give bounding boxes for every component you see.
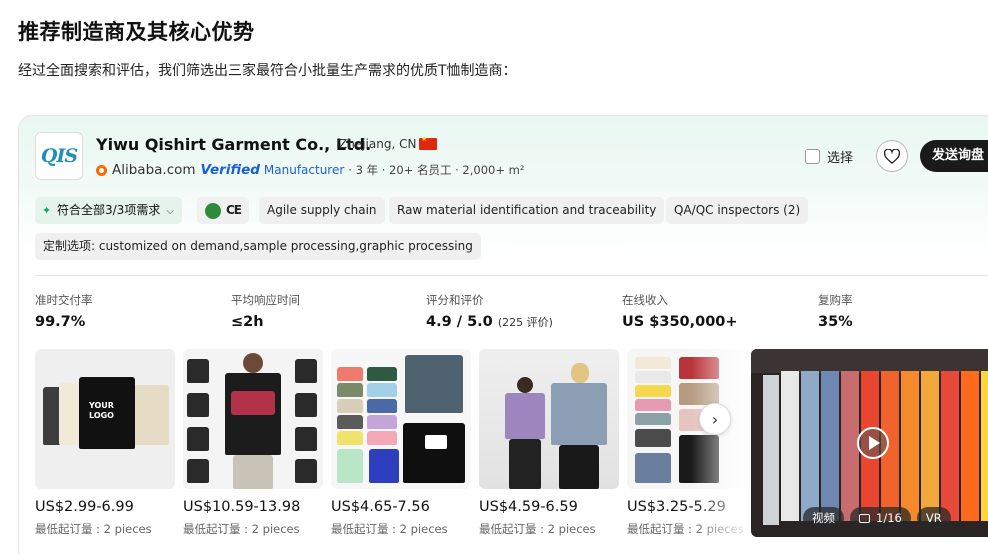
rating-value: 4.9 / 5.0: [426, 314, 493, 330]
product-card[interactable]: US$4.59-6.59 最低起订量 : 2 pieces: [479, 349, 619, 537]
product-price: US$4.59-6.59: [479, 499, 578, 515]
chevron-right-icon: ›: [711, 409, 719, 429]
select-checkbox[interactable]: [805, 149, 820, 164]
stat-value: 99.7%: [35, 314, 86, 330]
requirements-match-tag[interactable]: 符合全部3/3项需求 ⌵: [35, 197, 182, 224]
product-price: US$10.59-13.98: [183, 499, 301, 515]
stat-value: US $350,000+: [622, 314, 738, 330]
tag-raw-material-traceability[interactable]: Raw material identification and traceabi…: [389, 197, 665, 224]
stat-online-revenue: 在线收入 US $350,000+: [622, 292, 738, 330]
supplier-logo[interactable]: QIS: [35, 132, 83, 180]
product-image[interactable]: YOUR LOGO: [35, 349, 175, 489]
favorite-button[interactable]: [876, 140, 908, 172]
page-title: 推荐制造商及其核心优势: [18, 20, 255, 44]
ce-mark: CE: [226, 203, 242, 217]
stat-value: 35%: [818, 314, 853, 330]
video-controls: 视频 1/16 VR: [803, 507, 951, 529]
china-flag-icon: [419, 135, 437, 150]
match-label: 符合全部3/3项需求: [57, 203, 161, 217]
product-moq: 最低起订量 : 2 pieces: [331, 522, 448, 536]
company-location: Zhejiang, CN: [339, 137, 417, 151]
vr-label: VR: [925, 511, 942, 525]
verified-badge[interactable]: Verified: [201, 162, 260, 178]
stat-response-time: 平均响应时间 ≤2h: [231, 292, 300, 330]
divider: [35, 275, 988, 276]
stat-label: 准时交付率: [35, 293, 93, 307]
alibaba-icon: [96, 164, 107, 176]
product-image[interactable]: [331, 349, 471, 489]
product-moq: 最低起订量 : 2 pieces: [35, 522, 152, 536]
gallery-icon: [859, 513, 870, 523]
manufacturer-label: Manufacturer: [263, 163, 345, 177]
company-name[interactable]: Yiwu Qishirt Garment Co., Ltd.: [96, 135, 371, 154]
product-price: US$4.65-7.56: [331, 499, 430, 515]
stat-label: 评分和评价: [426, 293, 484, 307]
play-icon[interactable]: [857, 427, 889, 459]
select-label[interactable]: 选择: [827, 147, 853, 166]
stat-reorder-rate: 复购率 35%: [818, 292, 853, 330]
supplier-meta: Alibaba.com Verified Manufacturer · 3 年 …: [96, 162, 524, 178]
stat-label: 复购率: [818, 293, 853, 307]
product-card[interactable]: YOUR LOGO US$2.99-6.99 最低起订量 : 2 pieces: [35, 349, 175, 537]
stat-value: ≤2h: [231, 314, 264, 330]
stat-label: 在线收入: [622, 293, 668, 307]
tag-agile-supply-chain[interactable]: Agile supply chain: [259, 197, 385, 224]
company-meta-details: · 3 年 · 20+ 名员工 · 2,000+ m²: [348, 163, 525, 177]
customization-options-tag[interactable]: 定制选项: customized on demand,sample proces…: [35, 233, 481, 260]
product-moq: 最低起订量 : 2 pieces: [183, 522, 300, 536]
video-tab[interactable]: 视频: [803, 507, 844, 529]
chevron-down-icon: ⌵: [166, 206, 174, 217]
platform-name: Alibaba.com: [112, 162, 196, 178]
stat-on-time-delivery: 准时交付率 99.7%: [35, 292, 93, 330]
stat-label: 平均响应时间: [231, 293, 300, 307]
product-moq: 最低起订量 : 2 pieces: [479, 522, 596, 536]
tag-qa-qc-inspectors[interactable]: QA/QC inspectors (2): [666, 197, 809, 224]
review-count: (225 评价): [497, 316, 553, 329]
logo-text: QIS: [40, 145, 78, 167]
stat-rating[interactable]: 评分和评价 4.9 / 5.0 (225 评价): [426, 292, 553, 330]
product-price: US$2.99-6.99: [35, 499, 134, 515]
product-card[interactable]: US$4.65-7.56 最低起订量 : 2 pieces: [331, 349, 471, 537]
carousel-fade: [691, 349, 751, 539]
heart-icon: [884, 148, 900, 164]
gallery-count: 1/16: [876, 511, 902, 525]
vr-tab[interactable]: VR: [916, 507, 951, 529]
carousel-next-button[interactable]: ›: [699, 403, 731, 435]
send-inquiry-button[interactable]: 发送询盘: [920, 140, 988, 172]
certification-tag[interactable]: CE: [197, 197, 250, 224]
stat-value: 4.9 / 5.0 (225 评价): [426, 314, 553, 330]
product-image[interactable]: [479, 349, 619, 489]
gallery-counter[interactable]: 1/16: [850, 507, 911, 529]
leaf-certification-icon: [205, 202, 221, 219]
product-card[interactable]: US$10.59-13.98 最低起订量 : 2 pieces: [183, 349, 323, 537]
product-image[interactable]: [183, 349, 323, 489]
video-label: 视频: [812, 511, 835, 525]
supplier-card: QIS Yiwu Qishirt Garment Co., Ltd. Zheji…: [18, 115, 988, 554]
page-subtitle: 经过全面搜索和评估，我们筛选出三家最符合小批量生产需求的优质T恤制造商：: [18, 63, 517, 79]
factory-video-thumbnail[interactable]: 视频 1/16 VR: [751, 349, 988, 537]
